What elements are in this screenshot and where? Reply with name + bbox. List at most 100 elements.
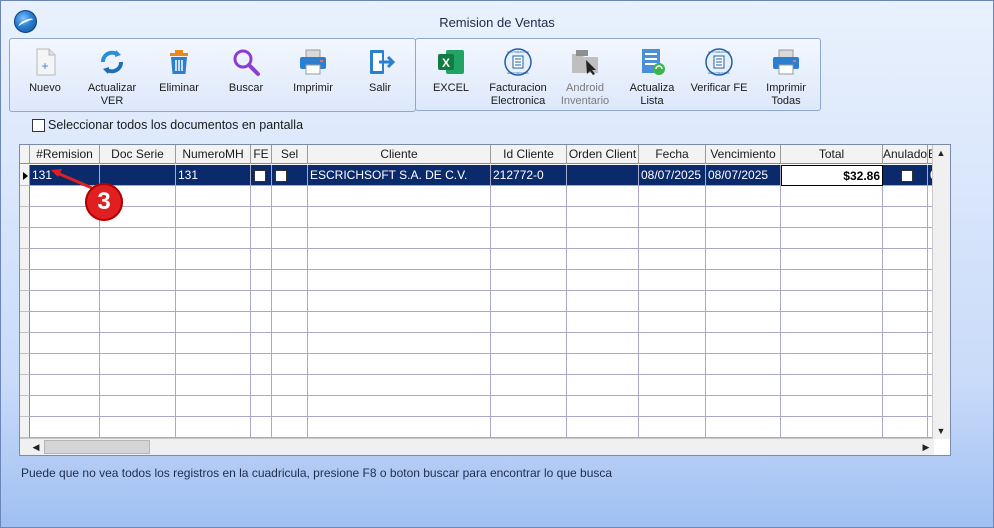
- grid-cell[interactable]: [308, 333, 491, 354]
- grid-cell[interactable]: [706, 291, 781, 312]
- table-row[interactable]: [20, 312, 934, 333]
- grid-cell[interactable]: [491, 312, 567, 333]
- grid-cell[interactable]: [251, 354, 272, 375]
- grid-cell[interactable]: [272, 375, 308, 396]
- scroll-left-icon[interactable]: ◀: [28, 439, 44, 455]
- grid-cell[interactable]: [30, 354, 100, 375]
- grid-cell[interactable]: [30, 270, 100, 291]
- table-row[interactable]: [20, 354, 934, 375]
- grid-cell[interactable]: [883, 417, 928, 438]
- grid-cell[interactable]: [706, 375, 781, 396]
- verificar-fe-button[interactable]: FACTURACION ELECTRONICA Verificar FE: [684, 47, 754, 95]
- actualizar-ver-button[interactable]: Actualizar VER: [77, 47, 147, 108]
- grid-cell[interactable]: [308, 249, 491, 270]
- grid-cell[interactable]: [781, 375, 883, 396]
- facturacion-electronica-button[interactable]: FACTURACION ELECTRONICA Facturacion Elec…: [483, 47, 553, 108]
- col-fecha[interactable]: Fecha: [639, 145, 706, 164]
- table-row[interactable]: [20, 417, 934, 438]
- horizontal-scrollbar[interactable]: ◀ ▶: [20, 438, 934, 455]
- grid-cell[interactable]: [883, 249, 928, 270]
- grid-cell[interactable]: [176, 333, 251, 354]
- fe-checkbox[interactable]: [254, 169, 266, 182]
- grid-cell[interactable]: [706, 228, 781, 249]
- cell-id-cliente[interactable]: 212772-0: [491, 165, 567, 186]
- grid-cell[interactable]: [567, 396, 639, 417]
- grid-cell[interactable]: [567, 333, 639, 354]
- grid-cell[interactable]: [272, 291, 308, 312]
- grid-cell[interactable]: [491, 270, 567, 291]
- col-total[interactable]: Total: [781, 145, 883, 164]
- vertical-scrollbar[interactable]: ▲ ▼: [932, 145, 950, 439]
- col-vencimiento[interactable]: Vencimiento: [706, 145, 781, 164]
- table-row[interactable]: [20, 396, 934, 417]
- grid-cell[interactable]: [491, 417, 567, 438]
- grid-cell[interactable]: [308, 270, 491, 291]
- grid-cell[interactable]: [639, 291, 706, 312]
- table-row[interactable]: [20, 333, 934, 354]
- grid-cell[interactable]: [251, 375, 272, 396]
- grid-cell[interactable]: [176, 291, 251, 312]
- grid-cell[interactable]: [100, 270, 176, 291]
- grid-cell[interactable]: [30, 375, 100, 396]
- grid-cell[interactable]: [883, 270, 928, 291]
- grid-cell[interactable]: [100, 228, 176, 249]
- grid-cell[interactable]: [176, 396, 251, 417]
- table-row[interactable]: [20, 228, 934, 249]
- grid-cell[interactable]: [567, 417, 639, 438]
- grid-cell[interactable]: [251, 186, 272, 207]
- cell-numero-mh[interactable]: 131: [176, 165, 251, 186]
- grid-cell[interactable]: [308, 354, 491, 375]
- grid-cell[interactable]: [251, 291, 272, 312]
- table-row[interactable]: [20, 249, 934, 270]
- grid-cell[interactable]: [30, 312, 100, 333]
- imprimir-button[interactable]: Imprimir: [278, 47, 348, 95]
- cell-vencimiento[interactable]: 08/07/2025: [706, 165, 781, 186]
- grid-cell[interactable]: [706, 270, 781, 291]
- grid-cell[interactable]: [251, 249, 272, 270]
- grid-cell[interactable]: [706, 312, 781, 333]
- grid-cell[interactable]: [100, 249, 176, 270]
- col-numero-mh[interactable]: NumeroMH: [176, 145, 251, 164]
- grid-cell[interactable]: [639, 207, 706, 228]
- grid-cell[interactable]: [272, 333, 308, 354]
- grid-cell[interactable]: [639, 186, 706, 207]
- grid-cell[interactable]: [781, 396, 883, 417]
- grid-cell[interactable]: [706, 396, 781, 417]
- grid-cell[interactable]: [883, 312, 928, 333]
- col-sel[interactable]: Sel: [272, 145, 308, 164]
- table-row[interactable]: [20, 186, 934, 207]
- grid-cell[interactable]: [567, 207, 639, 228]
- grid-cell[interactable]: [30, 417, 100, 438]
- grid-cell[interactable]: [491, 249, 567, 270]
- grid-cell[interactable]: [251, 417, 272, 438]
- grid-cell[interactable]: [706, 417, 781, 438]
- grid-cell[interactable]: [639, 417, 706, 438]
- cell-sel[interactable]: [272, 165, 308, 186]
- grid-cell[interactable]: [639, 375, 706, 396]
- grid-cell[interactable]: [30, 249, 100, 270]
- grid-cell[interactable]: [639, 270, 706, 291]
- grid-cell[interactable]: [883, 228, 928, 249]
- grid-cell[interactable]: [567, 354, 639, 375]
- cell-orden-cliente[interactable]: [567, 165, 639, 186]
- grid-cell[interactable]: [781, 354, 883, 375]
- grid-cell[interactable]: [639, 249, 706, 270]
- col-fe[interactable]: FE: [251, 145, 272, 164]
- col-cliente[interactable]: Cliente: [308, 145, 491, 164]
- grid-cell[interactable]: [272, 249, 308, 270]
- scroll-down-icon[interactable]: ▼: [933, 423, 949, 439]
- grid-cell[interactable]: [308, 312, 491, 333]
- grid-cell[interactable]: [781, 249, 883, 270]
- grid-cell[interactable]: [251, 312, 272, 333]
- grid-cell[interactable]: [567, 312, 639, 333]
- scroll-right-icon[interactable]: ▶: [918, 439, 934, 455]
- grid-cell[interactable]: [639, 333, 706, 354]
- table-row[interactable]: [20, 270, 934, 291]
- grid-cell[interactable]: [781, 270, 883, 291]
- grid-cell[interactable]: [176, 354, 251, 375]
- grid-cell[interactable]: [30, 228, 100, 249]
- grid-cell[interactable]: [491, 333, 567, 354]
- anulado-checkbox[interactable]: [900, 169, 913, 182]
- grid-cell[interactable]: [491, 354, 567, 375]
- grid-cell[interactable]: [176, 186, 251, 207]
